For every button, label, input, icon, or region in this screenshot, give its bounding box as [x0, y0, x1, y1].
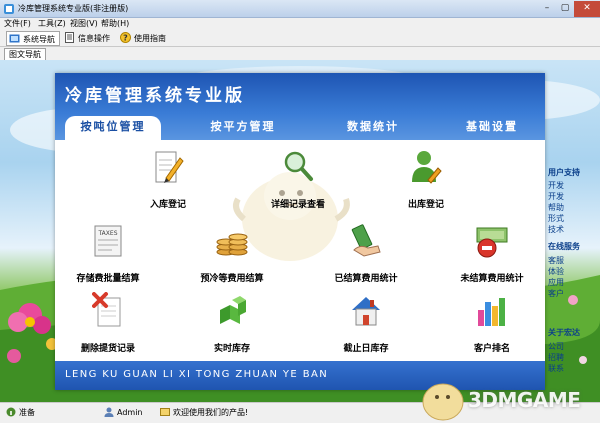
- unsettled-fee-stats-button[interactable]: 未结算费用统计: [437, 222, 547, 292]
- info-ops-label: 信息操作: [78, 34, 110, 43]
- side-heading-about[interactable]: 关于宏达: [548, 327, 580, 338]
- green-cubes-icon: [220, 296, 246, 324]
- side-link[interactable]: 开发: [548, 180, 564, 191]
- info-ops-button[interactable]: 信息操作: [64, 31, 110, 46]
- menu-bar: 文件(F) 工具(Z) 视图(V) 帮助(H): [0, 18, 600, 30]
- taxes-form-icon: TAXES: [94, 225, 122, 257]
- dashboard-header: 冷库管理系统专业版 按吨位管理 按平方管理 数据统计 基础设置: [55, 73, 545, 140]
- bar-chart-icon: [478, 298, 505, 326]
- tab-graphic-nav[interactable]: 图文导航: [4, 48, 46, 60]
- user-guide-label: 使用指南: [134, 34, 166, 43]
- svg-text:?: ?: [123, 34, 128, 43]
- status-user-label: Admin: [117, 408, 143, 417]
- menu-tools[interactable]: 工具(Z): [38, 18, 66, 30]
- side-panel: 用户支持 开发 开发 帮助 形式 技术 在线服务 客服 体验 应用 客户 关于宏…: [540, 97, 600, 402]
- minimize-button[interactable]: –: [538, 1, 556, 17]
- nav-tab-strip: 图文导航: [0, 47, 600, 60]
- main-dashboard: 冷库管理系统专业版 按吨位管理 按平方管理 数据统计 基础设置 入库登记 详细记…: [55, 73, 545, 390]
- side-link[interactable]: 技术: [548, 224, 564, 235]
- system-nav-button[interactable]: 系统导航: [6, 31, 60, 46]
- stock-in-register-button[interactable]: 入库登记: [113, 148, 223, 218]
- message-icon: [160, 408, 170, 416]
- app-icon: [4, 4, 14, 14]
- side-link[interactable]: 帮助: [548, 202, 564, 213]
- realtime-inventory-label: 实时库存: [213, 344, 250, 354]
- side-heading-support[interactable]: 用户支持: [548, 167, 580, 178]
- watermark-mascot-icon: [422, 383, 464, 421]
- delete-document-icon: [92, 292, 121, 327]
- dashboard-body: 入库登记 详细记录查看 出库登记 TAXES 存储费批量结算 预冷等费用结算 已…: [55, 140, 545, 361]
- stock-out-register-label: 出库登记: [407, 200, 444, 210]
- title-bar[interactable]: 冷库管理系统专业版(非注册版) – ▢ ✕: [0, 0, 600, 18]
- side-link[interactable]: 体验: [548, 266, 564, 277]
- user-edit-icon: [412, 151, 442, 184]
- storage-fee-batch-settlement-label: 存储费批量结算: [76, 274, 140, 284]
- settled-fee-stats-label: 已结算费用统计: [334, 274, 398, 284]
- storage-fee-batch-settlement-button[interactable]: TAXES 存储费批量结算: [53, 222, 163, 292]
- user-icon: [104, 407, 114, 417]
- status-welcome-label: 欢迎使用我们的产品!: [173, 408, 249, 417]
- user-guide-button[interactable]: ? 使用指南: [120, 31, 166, 46]
- delete-pickup-record-label: 删除提货记录: [80, 344, 135, 354]
- svg-text:TAXES: TAXES: [97, 230, 117, 237]
- dashboard-tabs: 按吨位管理 按平方管理 数据统计 基础设置: [55, 116, 545, 140]
- side-link[interactable]: 形式: [548, 213, 564, 224]
- view-detail-records-label: 详细记录查看: [270, 200, 325, 210]
- status-ready-label: 准备: [19, 408, 35, 417]
- side-link[interactable]: 客户: [548, 288, 564, 299]
- realtime-inventory-button[interactable]: 实时库存: [177, 292, 287, 362]
- unsettled-fee-stats-label: 未结算费用统计: [460, 274, 524, 284]
- settled-fee-stats-button[interactable]: 已结算费用统计: [311, 222, 421, 292]
- system-nav-label: 系统导航: [23, 35, 55, 44]
- menu-view[interactable]: 视图(V): [70, 18, 98, 30]
- house-icon: [352, 297, 380, 326]
- status-ready: 准备: [6, 407, 35, 418]
- money-hand-icon: [351, 224, 381, 257]
- status-welcome: 欢迎使用我们的产品!: [160, 407, 248, 418]
- customer-ranking-label: 客户排名: [473, 344, 510, 354]
- side-link[interactable]: 应用: [548, 277, 564, 288]
- side-link[interactable]: 招聘: [548, 352, 564, 363]
- menu-file[interactable]: 文件(F): [4, 18, 31, 30]
- system-nav-icon: [9, 34, 20, 43]
- window-title: 冷库管理系统专业版(非注册版): [18, 4, 129, 13]
- dashboard-title: 冷库管理系统专业版: [65, 86, 245, 106]
- stock-out-register-button[interactable]: 出库登记: [371, 148, 481, 218]
- cutoff-date-inventory-button[interactable]: 截止日库存: [311, 292, 421, 362]
- tab-square-meter-management[interactable]: 按平方管理: [195, 116, 291, 140]
- side-link[interactable]: 客服: [548, 255, 564, 266]
- banknote-remove-icon: [476, 227, 508, 258]
- stock-in-register-label: 入库登记: [149, 200, 186, 210]
- pencil-paper-icon: [155, 151, 184, 183]
- delete-pickup-record-button[interactable]: 删除提货记录: [53, 292, 163, 362]
- precooling-fee-settlement-label: 预冷等费用结算: [200, 274, 264, 284]
- tab-basic-settings[interactable]: 基础设置: [449, 116, 535, 140]
- customer-ranking-button[interactable]: 客户排名: [437, 292, 547, 362]
- status-info-icon: [6, 407, 16, 417]
- document-icon: [65, 32, 74, 43]
- menu-help[interactable]: 帮助(H): [101, 18, 129, 30]
- watermark-text: 3DMGAME: [468, 388, 581, 412]
- view-detail-records-button[interactable]: 详细记录查看: [243, 148, 353, 218]
- toolbar: 系统导航 信息操作 ? 使用指南: [0, 30, 600, 47]
- side-heading-online[interactable]: 在线服务: [548, 241, 580, 252]
- tab-data-statistics[interactable]: 数据统计: [325, 116, 421, 140]
- site-watermark: 3DMGAME: [418, 370, 600, 423]
- side-link[interactable]: 开发: [548, 191, 564, 202]
- status-user: Admin: [104, 407, 143, 417]
- side-link[interactable]: 公司: [548, 341, 564, 352]
- coin-stack-icon: [216, 233, 248, 256]
- maximize-button[interactable]: ▢: [556, 1, 574, 17]
- help-icon: ?: [120, 32, 131, 43]
- close-button[interactable]: ✕: [574, 1, 600, 17]
- pinyin-footer-text: LENG KU GUAN LI XI TONG ZHUAN YE BAN: [65, 369, 329, 380]
- cutoff-date-inventory-label: 截止日库存: [343, 344, 389, 354]
- tab-tonnage-management[interactable]: 按吨位管理: [65, 116, 161, 140]
- precooling-fee-settlement-button[interactable]: 预冷等费用结算: [177, 222, 287, 292]
- magnifier-icon: [284, 151, 313, 181]
